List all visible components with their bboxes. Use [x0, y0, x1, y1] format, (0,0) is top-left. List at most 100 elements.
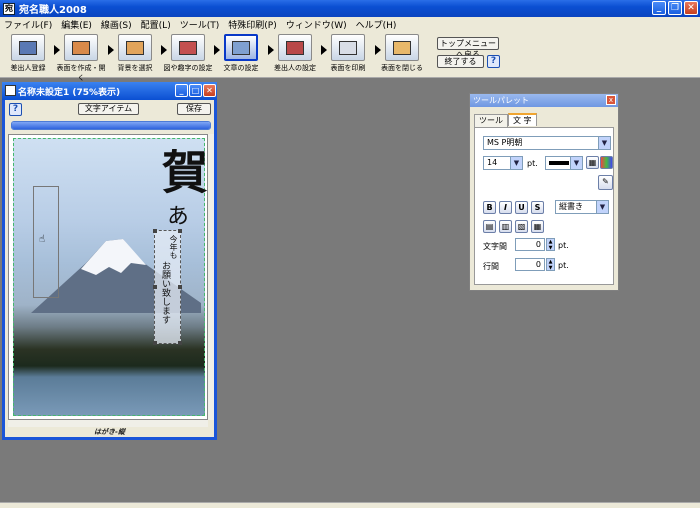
empty-text-box[interactable] — [33, 186, 59, 298]
app-title: 宛名職人2008 — [19, 5, 87, 16]
figure-icon — [171, 34, 205, 61]
tool-sender-register[interactable]: 差出人登録 — [2, 34, 54, 73]
line-spacing-label: 行間 — [483, 262, 499, 271]
strikethrough-button[interactable]: S — [531, 201, 544, 214]
palette-title: ツールパレット — [473, 96, 529, 105]
resize-handle[interactable] — [178, 229, 182, 233]
greeting-script: あ — [163, 204, 188, 226]
app-title-bar: 宛 宛名職人2008 _ ❐ ✕ — [0, 0, 700, 17]
close-icon[interactable]: ✕ — [684, 1, 698, 15]
text-settings-icon — [224, 34, 258, 61]
align-center-icon[interactable]: ▥ — [499, 220, 512, 233]
line-color-select[interactable]: ▼ — [545, 156, 583, 170]
bold-button[interactable]: B — [483, 201, 496, 214]
maximize-icon[interactable]: □ — [189, 84, 202, 97]
text-item-button[interactable]: 文字アイテム — [78, 103, 139, 115]
font-select[interactable]: MS P明朝 ▼ — [483, 136, 611, 150]
eyedropper-icon[interactable]: ✎ — [598, 175, 613, 190]
tool-text-settings[interactable]: 文章の設定 — [215, 34, 267, 73]
line-swatch — [549, 161, 569, 165]
spin-arrows-icon[interactable]: ▲ ▼ — [546, 238, 555, 251]
orientation-select[interactable]: 縦書き ▼ — [555, 200, 609, 214]
close-icon[interactable]: x — [606, 95, 616, 105]
spin-arrows-icon[interactable]: ▲ ▼ — [546, 258, 555, 271]
tool-print-front[interactable]: 表面を印刷 — [322, 34, 374, 73]
tool-select-background[interactable]: 背景を選択 — [109, 34, 161, 73]
background-photo: ☝ 賀 あ 今年も お願い致します — [13, 138, 208, 416]
vertical-scrollbar[interactable] — [208, 134, 214, 420]
tab-text[interactable]: 文 字 — [508, 113, 537, 126]
greeting-kanji: 賀 — [155, 148, 208, 194]
help-icon[interactable]: ? — [487, 55, 500, 68]
menu-window[interactable]: ウィンドウ(W) — [286, 18, 347, 31]
menu-tools[interactable]: ツール(T) — [180, 18, 220, 31]
chevron-down-icon: ▼ — [570, 157, 582, 169]
document-title: 名称未設定1 (75%表示) — [18, 87, 121, 98]
color-grid-icon[interactable]: ▦ — [586, 156, 599, 169]
restore-icon[interactable]: ❐ — [668, 1, 682, 15]
tool-close-front[interactable]: 表面を閉じる — [376, 34, 428, 73]
tool-palette: ツールパレット x ツール 文 字 MS P明朝 ▼ 14 ▼ pt. ▼ ▦ ✎ … — [469, 93, 619, 291]
menu-layout[interactable]: 配置(L) — [141, 18, 171, 31]
font-size-select[interactable]: 14 ▼ — [483, 156, 523, 170]
card-small-text: 今年も — [169, 235, 178, 259]
progress-fill — [12, 122, 210, 129]
tab-tools[interactable]: ツール — [474, 114, 508, 127]
horizontal-scrollbar[interactable] — [8, 420, 208, 427]
resize-handle[interactable] — [153, 341, 157, 345]
line-spacing-unit: pt. — [558, 261, 569, 270]
postcard-icon — [64, 34, 98, 61]
document-window: 名称未設定1 (75%表示) _ □ ✕ ? 文字アイテム 保存 ☝ 賀 あ 今… — [2, 82, 217, 440]
menu-file[interactable]: ファイル(F) — [4, 18, 52, 31]
card-message: お願い致します — [160, 261, 170, 324]
menu-help[interactable]: ヘルプ(H) — [356, 18, 397, 31]
progress-bar — [11, 121, 211, 130]
menu-special-print[interactable]: 特殊印刷(P) — [228, 18, 276, 31]
resize-handle[interactable] — [153, 285, 157, 289]
size-unit-label: pt. — [527, 159, 538, 168]
resize-handle[interactable] — [153, 229, 157, 233]
tool-figure-settings[interactable]: 図や趣字の設定 — [162, 34, 214, 73]
minimize-icon[interactable]: _ — [175, 84, 188, 97]
status-bar — [0, 502, 700, 508]
main-toolbar: 差出人登録 表面を作成・開く 背景を選択 図や趣字の設定 文章の設定 差出人の設… — [0, 31, 700, 82]
close-card-icon — [385, 34, 419, 61]
close-icon[interactable]: ✕ — [203, 84, 216, 97]
color-palette-icon[interactable] — [600, 156, 613, 169]
menu-line[interactable]: 線画(S) — [101, 18, 132, 31]
document-title-bar: 名称未設定1 (75%表示) _ □ ✕ — [2, 82, 217, 100]
resize-handle[interactable] — [178, 341, 182, 345]
document-icon — [5, 85, 16, 96]
help-icon[interactable]: ? — [9, 103, 22, 116]
chevron-down-icon: ▼ — [510, 157, 522, 169]
address-card-icon — [11, 34, 45, 61]
app-icon: 宛 — [3, 2, 15, 15]
menu-edit[interactable]: 編集(E) — [61, 18, 92, 31]
document-toolbar: ? 文字アイテム 保存 — [5, 100, 214, 118]
align-top-icon[interactable]: ▤ — [483, 220, 496, 233]
card-canvas[interactable]: ☝ 賀 あ 今年も お願い致します — [8, 134, 208, 420]
hand-cursor-icon: ☝ — [39, 234, 46, 245]
line-spacing-input[interactable]: 0 — [515, 258, 545, 271]
tool-sender-settings[interactable]: 差出人の設定 — [269, 34, 321, 73]
save-button[interactable]: 保存 — [177, 103, 211, 115]
text-panel: MS P明朝 ▼ 14 ▼ pt. ▼ ▦ ✎ B I U S 縦書き ▼ ▤ ▥ ▧… — [474, 127, 614, 285]
char-spacing-unit: pt. — [558, 241, 569, 250]
resize-handle[interactable] — [178, 285, 182, 289]
background-icon — [118, 34, 152, 61]
italic-button[interactable]: I — [499, 201, 512, 214]
align-justify-icon[interactable]: ▦ — [531, 220, 544, 233]
minimize-icon[interactable]: _ — [652, 1, 666, 15]
selected-text-box[interactable]: 今年も お願い致します — [153, 229, 182, 345]
underline-button[interactable]: U — [515, 201, 528, 214]
char-spacing-input[interactable]: 0 — [515, 238, 545, 251]
palette-title-bar: ツールパレット x — [470, 94, 618, 107]
menu-bar: ファイル(F) 編集(E) 線画(S) 配置(L) ツール(T) 特殊印刷(P)… — [0, 17, 700, 31]
printer-icon — [331, 34, 365, 61]
char-spacing-label: 文字間 — [483, 242, 507, 251]
exit-button[interactable]: 終了する — [437, 55, 484, 68]
tool-create-open-front[interactable]: 表面を作成・開く — [55, 34, 107, 83]
chevron-down-icon: ▼ — [596, 201, 608, 213]
top-menu-button[interactable]: トップメニューへ戻る — [437, 37, 499, 59]
align-bottom-icon[interactable]: ▧ — [515, 220, 528, 233]
